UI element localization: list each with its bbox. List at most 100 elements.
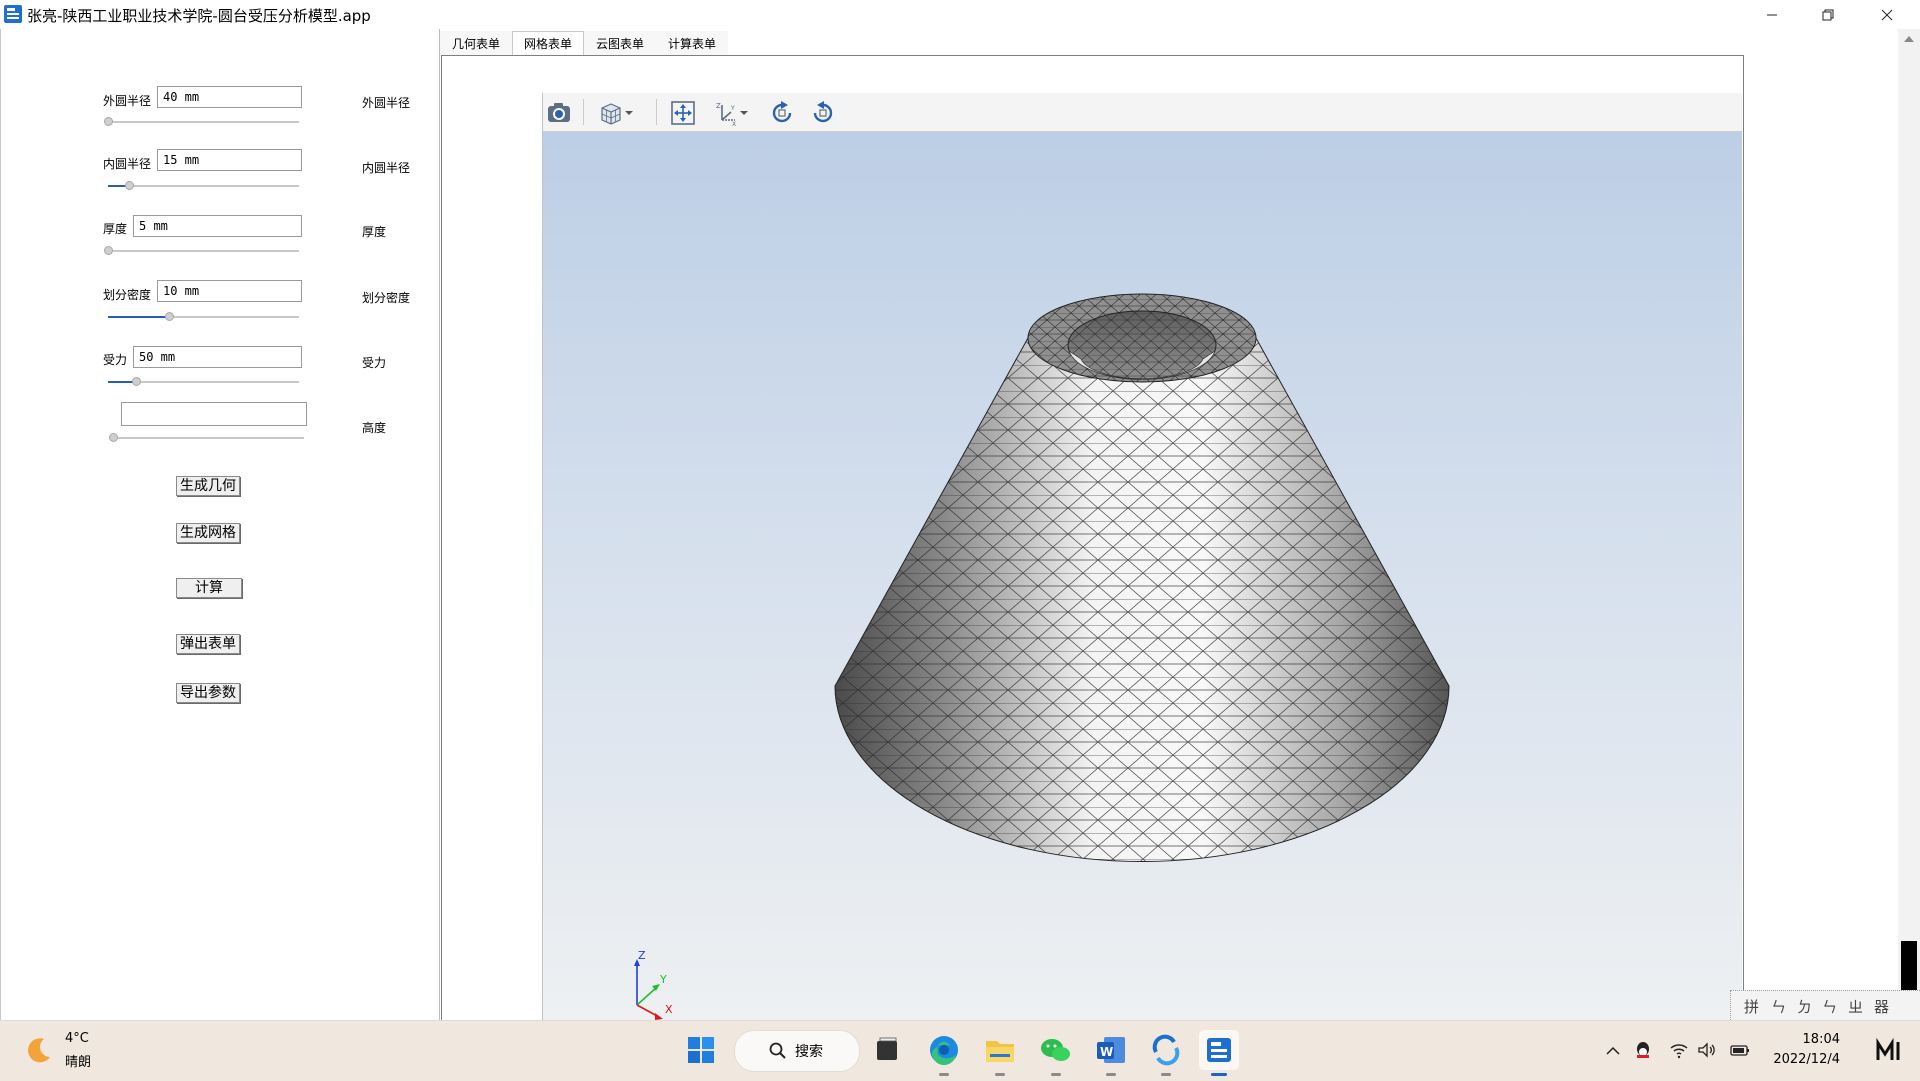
param-label-outer-radius: 外圆半径: [103, 94, 152, 108]
taskbar: 4°C 晴朗 搜索 W 18:04 2022/12/4: [0, 1020, 1920, 1081]
parameter-panel: 外圆半径 40 mm 外圆半径 内圆半径 15 mm 内圆半径 厚度 5 mm …: [1, 29, 440, 1020]
running-indicator: [1051, 1073, 1061, 1076]
ime-key[interactable]: ㄣ: [1771, 996, 1786, 1017]
side-label-height: 高度: [362, 421, 387, 435]
thickness-input[interactable]: 5 mm: [133, 215, 302, 237]
taskbar-sync-app[interactable]: [1146, 1030, 1186, 1076]
taskbar-widgets[interactable]: [867, 1030, 907, 1070]
height-slider-thumb[interactable]: [109, 433, 118, 442]
volume-icon[interactable]: [1697, 1041, 1717, 1059]
search-label: 搜索: [795, 1044, 823, 1060]
view-cube-icon[interactable]: [598, 100, 624, 126]
widgets-icon: [877, 1037, 897, 1060]
compute-button[interactable]: 计算: [176, 578, 242, 598]
camera-icon[interactable]: [546, 100, 572, 126]
inner-radius-input[interactable]: 15 mm: [157, 149, 302, 171]
thickness-slider[interactable]: [108, 250, 299, 252]
triad-z-label: Z: [638, 951, 646, 962]
inner-radius-slider-thumb[interactable]: [125, 181, 134, 190]
tab-mesh[interactable]: 网格表单: [512, 31, 585, 57]
svg-text:W: W: [1100, 1045, 1113, 1059]
minimize-icon: [1767, 14, 1777, 15]
close-button[interactable]: [1864, 0, 1910, 29]
axes-icon[interactable]: Z Y X: [713, 100, 739, 126]
height-input[interactable]: [121, 402, 307, 426]
ime-toolbar[interactable]: 拼 ㄣ ㄉ ㄣ ㄓ 器: [1730, 990, 1920, 1022]
generate-geometry-button[interactable]: 生成几何: [176, 476, 240, 496]
wifi-icon[interactable]: [1669, 1041, 1689, 1059]
battery-icon[interactable]: [1729, 1041, 1751, 1059]
taskbar-word[interactable]: W: [1091, 1030, 1131, 1076]
mesh-viewer[interactable]: Z Y X Z Y X: [542, 93, 1742, 1020]
tab-contour[interactable]: 云图表单: [584, 31, 657, 57]
rotate-ccw-icon[interactable]: [810, 100, 836, 126]
tab-strip: 几何表单 网格表单 云图表单 计算表单: [440, 31, 729, 57]
chevron-down-icon[interactable]: [737, 100, 751, 126]
ime-key[interactable]: 器: [1874, 996, 1889, 1017]
ime-key[interactable]: ㄓ: [1848, 996, 1863, 1017]
axis-triad: Z Y X: [634, 951, 673, 1020]
fit-view-icon[interactable]: [670, 100, 696, 126]
chevron-down-icon[interactable]: [622, 100, 636, 126]
title-bar: 张亮-陕西工业职业技术学院-圆台受压分析模型.app: [0, 0, 1920, 30]
running-indicator: [1211, 1073, 1227, 1076]
tab-compute[interactable]: 计算表单: [656, 31, 729, 57]
taskbar-file-explorer[interactable]: [980, 1030, 1020, 1076]
rotate-cw-icon[interactable]: [769, 100, 795, 126]
running-indicator: [1161, 1073, 1171, 1076]
clock-time[interactable]: 18:04: [1800, 1032, 1840, 1047]
export-params-button[interactable]: 导出参数: [176, 683, 240, 703]
weather-temperature[interactable]: 4°C: [65, 1031, 89, 1046]
weather-description[interactable]: 晴朗: [65, 1051, 91, 1070]
inner-radius-slider[interactable]: [108, 185, 299, 187]
force-input[interactable]: 50 mm: [133, 346, 302, 368]
force-slider-thumb[interactable]: [132, 377, 141, 386]
generate-mesh-button[interactable]: 生成网格: [176, 523, 240, 543]
taskbar-active-app[interactable]: [1199, 1030, 1239, 1076]
taskbar-wechat[interactable]: [1036, 1030, 1076, 1076]
side-label-inner-radius: 内圆半径: [362, 161, 411, 175]
running-indicator: [995, 1073, 1005, 1076]
mesh-density-input[interactable]: 10 mm: [157, 280, 302, 302]
windows-start-icon[interactable]: [686, 1035, 716, 1065]
app-icon: [1207, 1038, 1231, 1062]
restore-button[interactable]: [1805, 0, 1851, 29]
vertical-scrollbar[interactable]: [1898, 29, 1920, 1020]
clock-date[interactable]: 2022/12/4: [1770, 1052, 1840, 1067]
side-label-outer-radius: 外圆半径: [362, 96, 411, 110]
taskbar-edge[interactable]: [924, 1030, 964, 1076]
ime-key[interactable]: 拼: [1744, 996, 1759, 1017]
notification-icon[interactable]: [1875, 1038, 1905, 1064]
minimize-button[interactable]: [1749, 0, 1795, 29]
word-icon: W: [1097, 1037, 1125, 1063]
thickness-slider-thumb[interactable]: [104, 246, 113, 255]
param-label-mesh-density: 划分密度: [103, 288, 152, 302]
ime-key[interactable]: ㄉ: [1797, 996, 1812, 1017]
qq-icon[interactable]: [1634, 1040, 1652, 1062]
svg-text:Y: Y: [730, 105, 735, 112]
viewer-toolbar: Z Y X: [543, 93, 1742, 132]
svg-text:X: X: [732, 121, 736, 126]
moon-weather-icon[interactable]: [24, 1035, 54, 1065]
ime-key[interactable]: ㄣ: [1822, 996, 1837, 1017]
scroll-up-icon[interactable]: [1898, 32, 1920, 46]
app-icon: [4, 5, 22, 23]
height-slider[interactable]: [113, 437, 304, 439]
frustum-mesh-model: [834, 293, 1450, 863]
popup-form-button[interactable]: 弹出表单: [176, 634, 240, 654]
side-label-mesh-density: 划分密度: [362, 291, 411, 305]
file-explorer-icon: [986, 1041, 1014, 1062]
toolbar-separator: [656, 99, 657, 125]
sync-icon: [1152, 1034, 1180, 1066]
mesh-density-slider-thumb[interactable]: [165, 312, 174, 321]
taskbar-search[interactable]: 搜索: [734, 1030, 860, 1072]
scrollbar-thumb[interactable]: [1901, 941, 1917, 991]
side-label-force: 受力: [362, 356, 387, 370]
tab-geometry[interactable]: 几何表单: [440, 31, 513, 57]
chevron-up-icon[interactable]: [1605, 1043, 1621, 1059]
outer-radius-input[interactable]: 40 mm: [157, 86, 302, 108]
outer-radius-slider[interactable]: [108, 121, 299, 123]
restore-icon: [1822, 9, 1834, 20]
wechat-icon: [1041, 1039, 1070, 1061]
outer-radius-slider-thumb[interactable]: [104, 117, 113, 126]
